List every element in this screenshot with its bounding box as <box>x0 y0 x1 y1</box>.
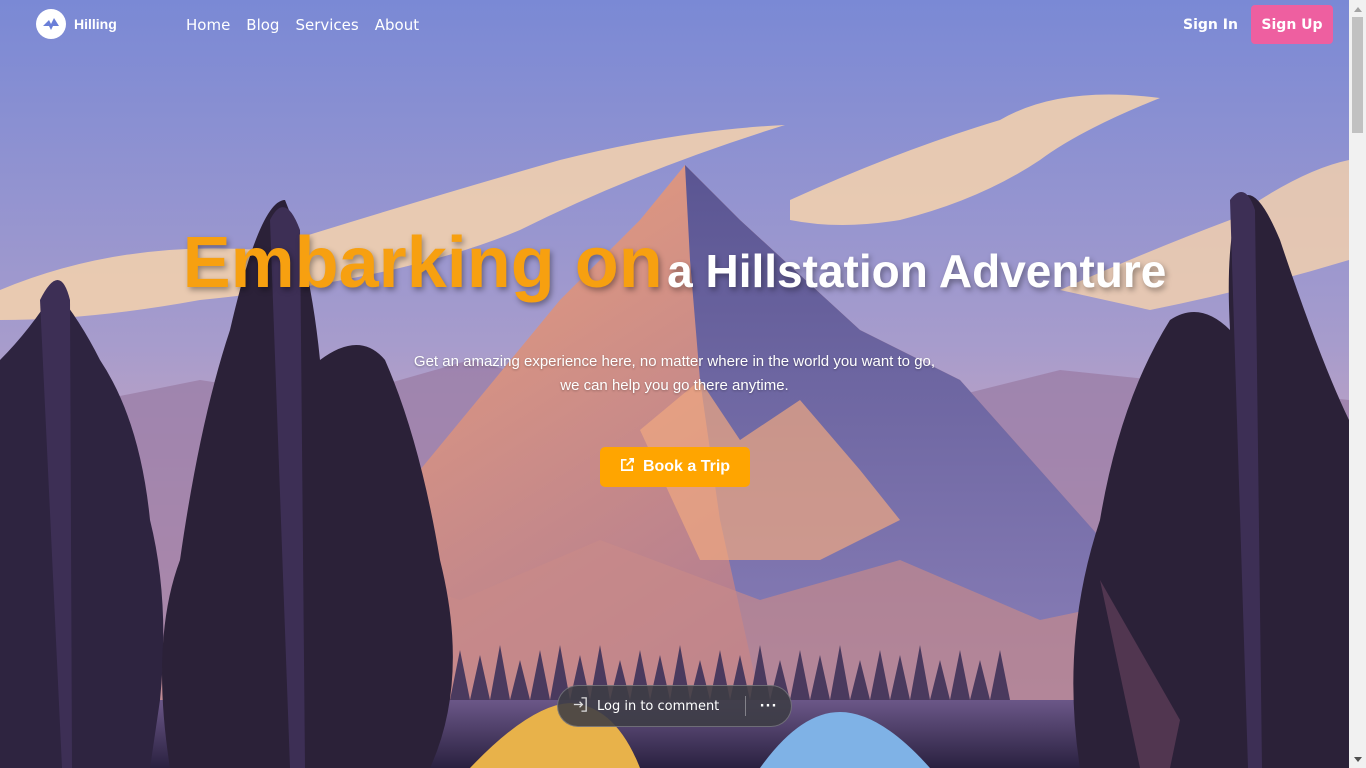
book-trip-button[interactable]: Book a Trip <box>600 447 750 487</box>
brand-logo[interactable]: Hilling <box>36 9 117 39</box>
scroll-up-arrow-icon[interactable] <box>1349 0 1366 17</box>
scrollbar-thumb[interactable] <box>1352 17 1363 133</box>
more-options-button[interactable]: ··· <box>746 699 791 714</box>
bolt-logo-icon <box>36 9 66 39</box>
nav-link-home[interactable]: Home <box>186 16 230 34</box>
login-icon <box>572 696 589 717</box>
hero-subtitle-line-1: Get an amazing experience here, no matte… <box>413 353 936 370</box>
hero-subtitle: Get an amazing experience here, no matte… <box>0 350 1349 398</box>
login-to-comment-label: Log in to comment <box>597 698 720 714</box>
hero-subtitle-line-2: we can help you go there anytime. <box>560 377 789 394</box>
scroll-down-arrow-icon[interactable] <box>1349 751 1366 768</box>
sign-in-link[interactable]: Sign In <box>1183 17 1238 33</box>
nav-link-blog[interactable]: Blog <box>246 16 279 34</box>
external-link-icon <box>620 457 635 477</box>
brand-name: Hilling <box>74 16 117 32</box>
sign-up-button[interactable]: Sign Up <box>1251 5 1333 44</box>
page-scrollbar[interactable] <box>1349 0 1366 768</box>
comment-bar: Log in to comment ··· <box>557 685 792 727</box>
nav-link-services[interactable]: Services <box>295 16 358 34</box>
book-trip-label: Book a Trip <box>642 458 731 475</box>
login-to-comment-button[interactable]: Log in to comment <box>558 696 745 717</box>
hero-title: Embarking on a Hillstation Adventure <box>0 222 1349 304</box>
top-navbar: Hilling Home Blog Services About Sign In… <box>0 0 1349 50</box>
nav-link-about[interactable]: About <box>375 16 419 34</box>
hero-title-rest: a Hillstation Adventure <box>667 245 1167 297</box>
hero-title-accent: Embarking on <box>182 223 663 303</box>
main-menu: Home Blog Services About <box>186 16 435 34</box>
